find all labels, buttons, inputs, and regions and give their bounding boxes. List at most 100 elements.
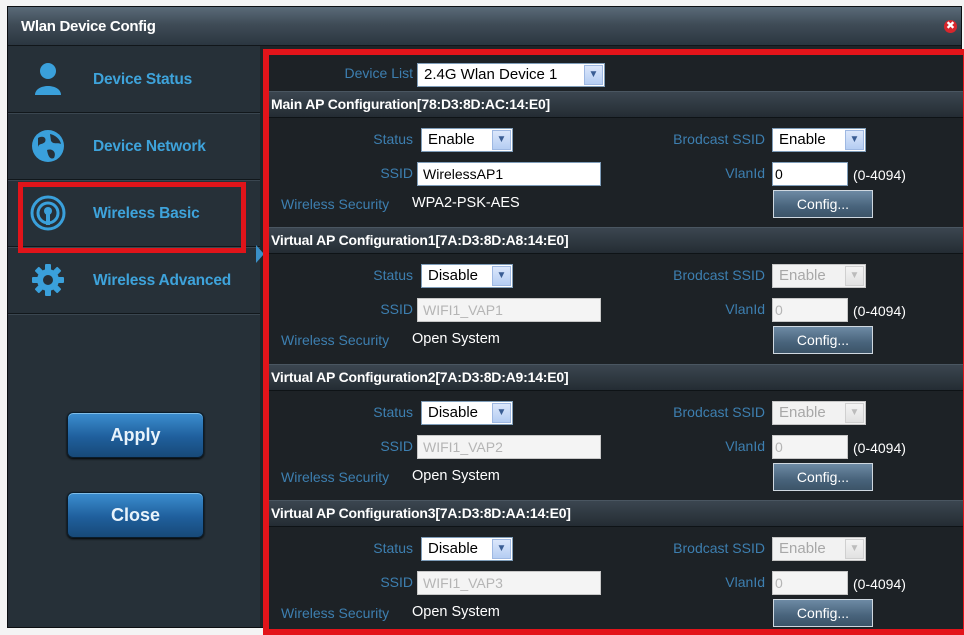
status-value: Enable [428, 131, 475, 148]
gear-icon [32, 264, 64, 296]
ssid-input[interactable]: WIFI1_VAP2 [417, 435, 601, 459]
config-button[interactable]: Config... [773, 326, 873, 354]
status-value: Disable [428, 267, 479, 284]
status-select[interactable]: Disable ▼ [421, 264, 513, 288]
broadcast-ssid-select[interactable]: Enable ▼ [772, 537, 866, 561]
status-select[interactable]: Disable ▼ [421, 537, 513, 561]
config-button[interactable]: Config... [773, 599, 873, 627]
broadcast-ssid-label: Brodcast SSID [673, 540, 765, 556]
config-button[interactable]: Config... [773, 190, 873, 218]
sidebar: Device Status Device Network Wireless Ba… [8, 46, 264, 627]
broadcast-ssid-value: Enable [779, 540, 826, 557]
broadcast-ssid-value: Enable [779, 131, 826, 148]
broadcast-ssid-value: Enable [779, 267, 826, 284]
vlan-id-label: VlanId [725, 165, 765, 181]
wireless-security-value: Open System [412, 468, 500, 484]
vlan-id-label: VlanId [725, 438, 765, 454]
section-title: Virtual AP Configuration1[7A:D3:8D:A8:14… [271, 232, 569, 248]
status-value: Disable [428, 540, 479, 557]
vlan-id-input[interactable]: 0 [772, 571, 848, 595]
status-label: Status [373, 404, 413, 420]
title-bar: Wlan Device Config ✖ [8, 7, 961, 46]
config-button[interactable]: Config... [773, 463, 873, 491]
globe-icon [32, 130, 64, 162]
chevron-down-icon: ▼ [492, 266, 511, 286]
chevron-down-icon: ▼ [492, 130, 511, 150]
status-label: Status [373, 131, 413, 147]
wireless-security-label: Wireless Security [281, 605, 390, 621]
vlan-id-input[interactable]: 0 [772, 435, 848, 459]
vlan-range-hint: (0-4094) [853, 576, 906, 592]
sidebar-item-wireless-advanced[interactable]: Wireless Advanced [8, 247, 260, 314]
wireless-security-label: Wireless Security [281, 469, 390, 485]
vlan-id-input[interactable]: 0 [772, 298, 848, 322]
user-icon [35, 63, 61, 95]
close-icon[interactable]: ✖ [944, 20, 957, 33]
ssid-label: SSID [380, 574, 413, 590]
ssid-value: WIFI1_VAP1 [423, 302, 503, 318]
wireless-security-value: Open System [412, 604, 500, 620]
broadcast-ssid-label: Brodcast SSID [673, 404, 765, 420]
ssid-label: SSID [380, 438, 413, 454]
vlan-id-value: 0 [775, 166, 783, 182]
section-header: Virtual AP Configuration2[7A:D3:8D:A9:14… [269, 364, 963, 391]
section-header: Main AP Configuration[78:D3:8D:AC:14:E0] [269, 91, 963, 118]
ssid-value: WIFI1_VAP3 [423, 575, 503, 591]
device-list-select[interactable]: 2.4G Wlan Device 1 ▼ [417, 63, 605, 87]
ssid-input[interactable]: WirelessAP1 [417, 162, 601, 186]
ssid-input[interactable]: WIFI1_VAP1 [417, 298, 601, 322]
chevron-down-icon: ▼ [584, 65, 603, 85]
sidebar-item-label: Device Network [93, 138, 206, 155]
ssid-label: SSID [380, 165, 413, 181]
chevron-down-icon: ▼ [492, 539, 511, 559]
section-title: Virtual AP Configuration2[7A:D3:8D:A9:14… [271, 369, 569, 385]
vlan-range-hint: (0-4094) [853, 303, 906, 319]
status-value: Disable [428, 404, 479, 421]
status-label: Status [373, 540, 413, 556]
status-select[interactable]: Disable ▼ [421, 401, 513, 425]
config-panel-highlight: Device List 2.4G Wlan Device 1 ▼ Main AP… [263, 49, 964, 635]
section-title: Virtual AP Configuration3[7A:D3:8D:AA:14… [271, 505, 571, 521]
section-header: Virtual AP Configuration1[7A:D3:8D:A8:14… [269, 227, 963, 254]
broadcast-ssid-select[interactable]: Enable ▼ [772, 128, 866, 152]
vlan-range-hint: (0-4094) [853, 167, 906, 183]
vlan-id-value: 0 [775, 575, 783, 591]
broadcast-ssid-label: Brodcast SSID [673, 267, 765, 283]
wireless-security-value: WPA2-PSK-AES [412, 195, 520, 211]
broadcast-ssid-select[interactable]: Enable ▼ [772, 264, 866, 288]
vlan-id-label: VlanId [725, 301, 765, 317]
active-item-highlight [18, 182, 246, 253]
broadcast-ssid-label: Brodcast SSID [673, 131, 765, 147]
config-panel: Device List 2.4G Wlan Device 1 ▼ Main AP… [269, 55, 963, 629]
wireless-security-label: Wireless Security [281, 332, 390, 348]
close-button[interactable]: Close [67, 492, 204, 538]
status-select[interactable]: Enable ▼ [421, 128, 513, 152]
wireless-security-label: Wireless Security [281, 196, 390, 212]
vlan-id-input[interactable]: 0 [772, 162, 848, 186]
ssid-label: SSID [380, 301, 413, 317]
apply-button[interactable]: Apply [67, 412, 204, 458]
window-title: Wlan Device Config [21, 18, 156, 35]
vlan-id-value: 0 [775, 439, 783, 455]
sidebar-item-label: Device Status [93, 71, 193, 88]
device-list-value: 2.4G Wlan Device 1 [424, 66, 558, 83]
ssid-value: WirelessAP1 [423, 166, 504, 182]
wireless-security-value: Open System [412, 331, 500, 347]
sidebar-item-device-status[interactable]: Device Status [8, 46, 260, 113]
broadcast-ssid-value: Enable [779, 404, 826, 421]
chevron-down-icon: ▼ [845, 539, 864, 559]
device-list-label: Device List [344, 65, 413, 81]
ssid-input[interactable]: WIFI1_VAP3 [417, 571, 601, 595]
ssid-value: WIFI1_VAP2 [423, 439, 503, 455]
chevron-down-icon: ▼ [845, 266, 864, 286]
section-header: Virtual AP Configuration3[7A:D3:8D:AA:14… [269, 500, 963, 527]
vlan-id-value: 0 [775, 302, 783, 318]
vlan-range-hint: (0-4094) [853, 440, 906, 456]
status-label: Status [373, 267, 413, 283]
chevron-down-icon: ▼ [845, 130, 864, 150]
chevron-down-icon: ▼ [845, 403, 864, 423]
sidebar-item-device-network[interactable]: Device Network [8, 113, 260, 180]
vlan-id-label: VlanId [725, 574, 765, 590]
section-title: Main AP Configuration[78:D3:8D:AC:14:E0] [271, 96, 551, 112]
broadcast-ssid-select[interactable]: Enable ▼ [772, 401, 866, 425]
